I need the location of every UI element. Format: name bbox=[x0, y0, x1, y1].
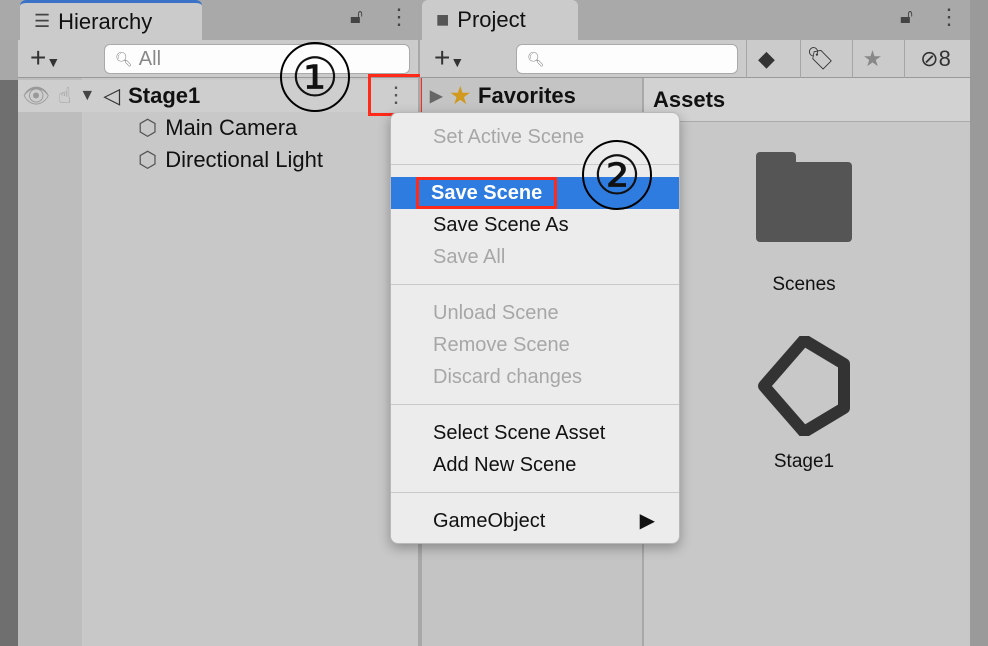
asset-scenes[interactable]: Scenes bbox=[744, 152, 864, 296]
expand-triangle-icon[interactable]: ▼ bbox=[79, 87, 95, 105]
menu-separator bbox=[391, 404, 679, 405]
eye-off-icon: ⊘ bbox=[920, 46, 939, 71]
scene-menu-button[interactable]: ⋮ bbox=[368, 74, 424, 116]
menu-item-save-all[interactable]: Save All bbox=[391, 241, 679, 273]
project-search-input[interactable]: 🔍︎ bbox=[516, 44, 738, 74]
add-dropdown-button[interactable]: +▼ bbox=[30, 42, 60, 74]
expand-triangle-icon[interactable]: ▶ bbox=[430, 86, 442, 106]
lock-icon[interactable]: 🔓︎ bbox=[350, 6, 363, 29]
list-item[interactable]: ⬡ Main Camera bbox=[138, 112, 297, 144]
annotation-step2: ② bbox=[582, 140, 652, 210]
annotation-step1: ① bbox=[280, 42, 350, 112]
unity-scene-icon bbox=[758, 334, 850, 438]
tab-project[interactable]: ■ Project bbox=[422, 0, 578, 40]
menu-item-discard-changes[interactable]: Discard changes bbox=[391, 361, 679, 393]
assets-header: Assets bbox=[644, 78, 970, 122]
hierarchy-toolbar: +▼ 🔍︎ All bbox=[18, 40, 418, 78]
submenu-arrow-icon: ▶ bbox=[639, 510, 655, 532]
gutter bbox=[18, 78, 82, 646]
folder-icon bbox=[756, 152, 852, 242]
more-icon[interactable]: ⋮ bbox=[388, 4, 410, 30]
pick-icon[interactable]: ☝︎ bbox=[58, 83, 71, 109]
assets-pane: Assets Scenes Stage1 bbox=[644, 78, 970, 646]
filter-label-button[interactable]: 🏷︎ bbox=[800, 40, 840, 78]
scene-row[interactable]: 👁︎ ☝︎ ▼ ◁ Stage1 bbox=[18, 80, 418, 112]
gameobject-cube-icon: ⬡ bbox=[138, 147, 158, 172]
right-edge bbox=[970, 0, 988, 646]
unity-scene-icon: ◁ bbox=[103, 83, 121, 108]
menu-item-add-new-scene[interactable]: Add New Scene bbox=[391, 449, 679, 481]
search-icon: 🔍︎ bbox=[527, 50, 545, 67]
gameobject-cube-icon: ⬡ bbox=[138, 115, 158, 140]
filter-type-button[interactable]: ◆ bbox=[746, 40, 786, 78]
star-icon: ★ bbox=[450, 83, 471, 108]
asset-stage1[interactable]: Stage1 bbox=[744, 334, 864, 473]
menu-separator bbox=[391, 284, 679, 285]
hierarchy-search-input[interactable]: 🔍︎ All bbox=[104, 44, 410, 74]
more-icon[interactable]: ⋮ bbox=[938, 4, 960, 30]
menu-separator bbox=[391, 492, 679, 493]
scene-view-edge bbox=[0, 80, 18, 646]
favorite-button[interactable]: ★ bbox=[852, 40, 892, 78]
hidden-packages-button[interactable]: ⊘ 8 bbox=[904, 40, 966, 78]
favorites-item[interactable]: ▶ ★ Favorites bbox=[430, 80, 576, 112]
lock-icon[interactable]: 🔓︎ bbox=[900, 6, 913, 29]
menu-item-unload-scene[interactable]: Unload Scene bbox=[391, 297, 679, 329]
eye-icon[interactable]: 👁︎ bbox=[22, 83, 50, 109]
menu-item-select-scene-asset[interactable]: Select Scene Asset bbox=[391, 417, 679, 449]
tab-hierarchy[interactable]: ☰ Hierarchy bbox=[20, 0, 202, 40]
search-icon: 🔍︎ bbox=[115, 50, 133, 67]
list-item[interactable]: ⬡ Directional Light bbox=[138, 144, 323, 176]
menu-item-remove-scene[interactable]: Remove Scene bbox=[391, 329, 679, 361]
create-dropdown-button[interactable]: +▼ bbox=[434, 42, 464, 74]
list-icon: ☰ bbox=[34, 11, 51, 31]
folder-icon: ■ bbox=[436, 7, 450, 32]
menu-item-gameobject[interactable]: GameObject ▶ bbox=[391, 505, 679, 537]
hierarchy-list: 👁︎ ☝︎ ▼ ◁ Stage1 ⬡ Main Camera ⬡ Direction… bbox=[18, 74, 424, 646]
menu-item-save-scene-as[interactable]: Save Scene As bbox=[391, 209, 679, 241]
